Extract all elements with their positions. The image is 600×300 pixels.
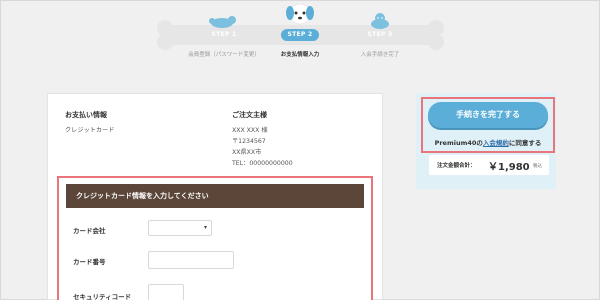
card-company-label: カード会社 (73, 227, 106, 235)
security-code-input[interactable] (148, 284, 184, 300)
terms-agreement: Premium40の入会規約に同意する (421, 137, 555, 147)
card-number-input[interactable] (148, 251, 234, 269)
dog-icon (209, 16, 236, 28)
dog-icon (286, 3, 314, 25)
order-total: 注文金額合計： ￥1,980 税込 (429, 155, 549, 175)
card-company-select[interactable]: ▾ (148, 220, 212, 236)
step-2-label: STEP 2 (281, 29, 319, 41)
security-code-label: セキュリティコード (73, 293, 132, 300)
credit-card-header: クレジットカード情報を入力してください (66, 184, 364, 208)
dog-icon (371, 13, 389, 29)
credit-card-form: クレジットカード情報を入力してください カード会社 ▾ カード番号 セキュリティ… (57, 176, 373, 300)
orderer-name: XXX XXX 様 (232, 127, 268, 134)
complete-order-button[interactable]: 手続きを完了する (428, 102, 548, 128)
step-3-caption: 入会手続き完了 (360, 52, 400, 58)
total-label: 注文金額合計： (437, 163, 476, 169)
step-1-caption: 会員登録（パスワード変更） (188, 52, 260, 58)
payment-info-title: お支払い情報 (65, 111, 107, 119)
step-3-label: STEP 3 (367, 31, 393, 38)
terms-suffix: に同意する (508, 139, 542, 147)
orderer-postal: 〒1234567 (232, 138, 266, 145)
terms-prefix: Premium40の (434, 139, 483, 147)
step-1-label: STEP 1 (211, 31, 237, 38)
step-2-caption: お支払情報入力 (280, 52, 320, 58)
orderer-title: ご注文主様 (232, 111, 267, 119)
terms-link[interactable]: 入会規約 (483, 139, 509, 147)
chevron-down-icon: ▾ (203, 224, 207, 231)
total-value: ￥1,980 (488, 162, 530, 173)
tax-note: 税込 (533, 164, 542, 169)
orderer-tel: TEL：00000000000 (232, 160, 293, 167)
orderer-address: XX県XX市 (232, 149, 262, 156)
payment-method-value: クレジットカード (65, 127, 115, 134)
card-number-label: カード番号 (73, 258, 106, 266)
